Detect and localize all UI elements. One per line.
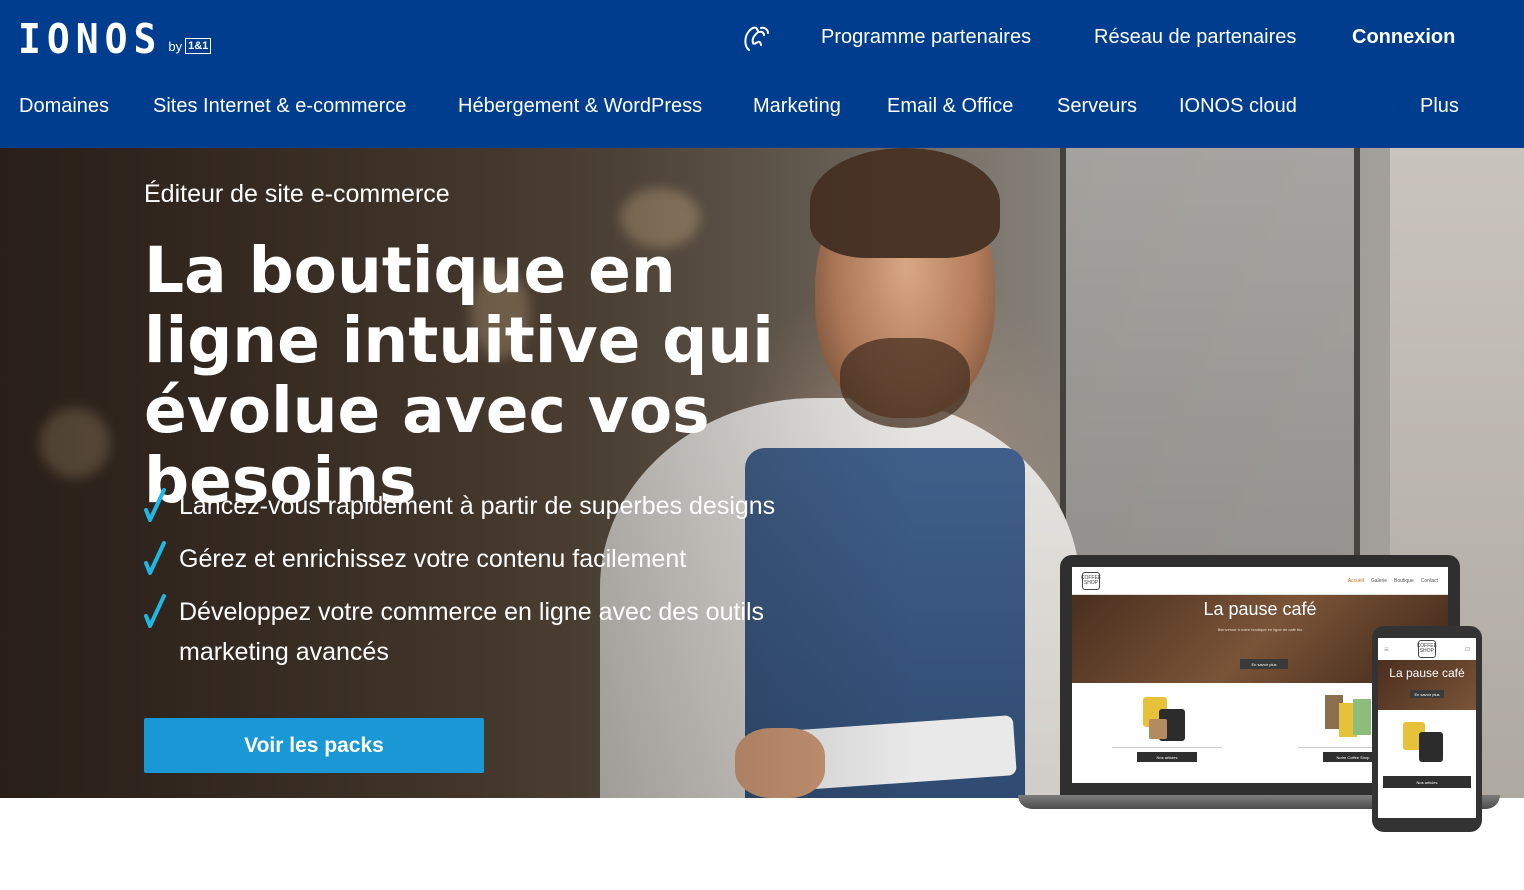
nav-item-more[interactable]: Plus — [1420, 95, 1459, 118]
feature-text: Développez votre commerce en ligne avec … — [179, 598, 765, 666]
mockup-product-button: Nos articles — [1137, 752, 1197, 762]
nav-item-domains[interactable]: Domaines — [19, 95, 109, 118]
divider — [1112, 747, 1222, 748]
phone-mockup-hero: La pause café En savoir plus — [1378, 660, 1476, 710]
phone-screen: ≡ COFFEE SHOP ⊡ La pause café En savoir … — [1378, 638, 1476, 818]
phone-mockup-title: La pause café — [1389, 666, 1465, 680]
mockup-menu-item: Galerie — [1370, 577, 1388, 584]
nav-item-marketing[interactable]: Marketing — [753, 95, 841, 118]
phone-mockup-more-button: En savoir plus — [1410, 690, 1444, 698]
nav-item-ionos-cloud[interactable]: IONOS cloud — [1179, 95, 1297, 118]
feature-text: Gérez et enrichissez votre contenu facil… — [179, 545, 687, 573]
partner-network-link[interactable]: Réseau de partenaires — [1094, 26, 1296, 49]
hero-eyebrow: Éditeur de site e-commerce — [144, 180, 450, 208]
mockup-title: La pause café — [1203, 599, 1317, 619]
phone-mockup-nav: ≡ COFFEE SHOP ⊡ — [1378, 638, 1476, 660]
logo-byline: by 1&1 — [168, 38, 212, 54]
mockup-logo: COFFEE SHOP — [1081, 571, 1101, 590]
view-packs-button[interactable]: Voir les packs — [144, 718, 484, 773]
phone-mockup: ≡ COFFEE SHOP ⊡ La pause café En savoir … — [1372, 626, 1482, 832]
feature-item: Gérez et enrichissez votre contenu facil… — [144, 539, 824, 579]
feature-text: Lancez-vous rapidement à partir de super… — [179, 492, 776, 520]
ionos-logo[interactable]: IONOS by 1&1 — [18, 15, 212, 63]
nav-item-email-office[interactable]: Email & Office — [887, 95, 1013, 118]
login-link[interactable]: Connexion — [1352, 26, 1455, 49]
nav-item-hosting-wordpress[interactable]: Hébergement & WordPress — [458, 95, 702, 118]
phone-icon[interactable] — [741, 24, 771, 54]
check-icon — [144, 488, 166, 522]
mockup-menu-item: Boutique — [1394, 577, 1414, 584]
phone-mockup-product-button: Nos articles — [1383, 776, 1471, 788]
mockup-nav: COFFEE SHOP Accueil Galerie Boutique Con… — [1072, 567, 1448, 595]
logo-wordmark: IONOS — [18, 15, 163, 63]
mug-image — [1143, 689, 1191, 743]
hamburger-icon: ≡ — [1384, 644, 1389, 654]
cart-icon: ⊡ — [1464, 646, 1470, 653]
hero-headline: La boutique en ligne intuitive qui évolu… — [144, 234, 774, 517]
feature-list: Lancez-vous rapidement à partir de super… — [144, 486, 824, 685]
mockup-menu-item: Contact — [1420, 577, 1438, 584]
site-header: IONOS by 1&1 Programme partenaires Résea… — [0, 0, 1524, 148]
nav-item-websites-ecommerce[interactable]: Sites Internet & e-commerce — [153, 95, 406, 118]
logo-by-text: by — [168, 38, 183, 54]
feature-item: Développez votre commerce en ligne avec … — [144, 592, 824, 672]
main-navigation: Domaines Sites Internet & e-commerce Héb… — [0, 95, 1524, 123]
mockup-product: Nos articles — [1112, 689, 1222, 762]
partner-program-link[interactable]: Programme partenaires — [821, 26, 1031, 49]
mug-image — [1403, 716, 1451, 770]
phone-mockup-logo: COFFEE SHOP — [1417, 640, 1437, 658]
mockup-more-button: En savoir plus — [1240, 659, 1288, 669]
feature-item: Lancez-vous rapidement à partir de super… — [144, 486, 824, 526]
mockup-menu-item: Accueil — [1347, 577, 1364, 584]
check-icon — [144, 594, 166, 628]
logo-partner-mark: 1&1 — [185, 38, 212, 54]
mockup-menu: Accueil Galerie Boutique Contact — [1348, 578, 1438, 584]
check-icon — [144, 541, 166, 575]
nav-item-servers[interactable]: Serveurs — [1057, 95, 1137, 118]
